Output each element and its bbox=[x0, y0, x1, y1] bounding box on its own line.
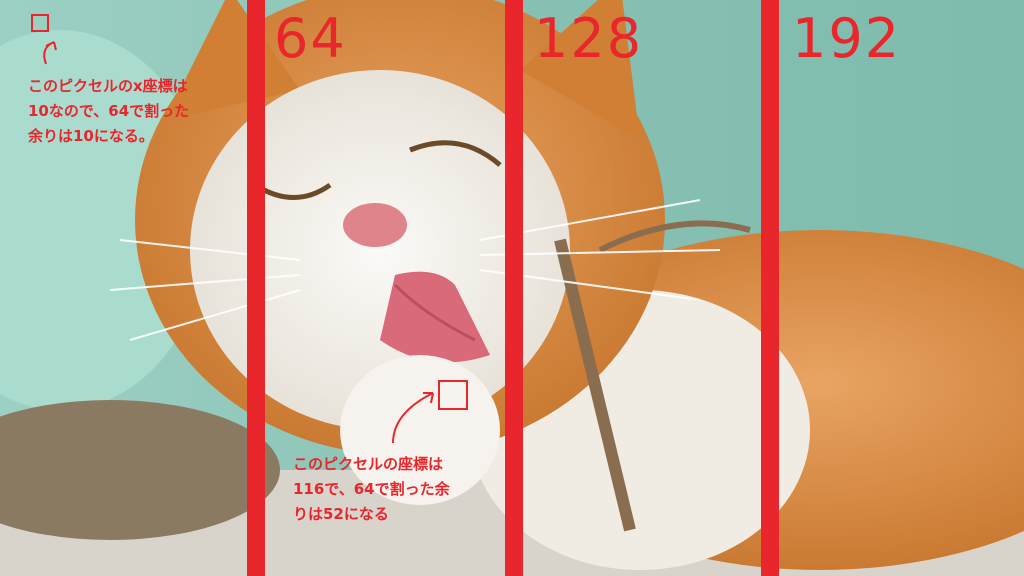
arrow-icon bbox=[43, 41, 57, 65]
column-label-192: 192 bbox=[792, 7, 902, 70]
cat-photo-canvas: 64 128 192 このピクセルのx座標は 10なので、64で割った 余りは1… bbox=[0, 0, 1024, 576]
annotation-note-x10: このピクセルのx座標は 10なので、64で割った 余りは10になる。 bbox=[28, 74, 189, 149]
column-stripe-64 bbox=[247, 0, 265, 576]
note-line: このピクセルのx座標は bbox=[28, 77, 188, 95]
column-label-64: 64 bbox=[274, 7, 347, 70]
column-stripe-128 bbox=[505, 0, 523, 576]
note-line: りは52になる bbox=[293, 505, 389, 523]
annotation-note-x116: このピクセルの座標は 116で、64で割った余 りは52になる bbox=[293, 452, 450, 527]
column-label-128: 128 bbox=[534, 7, 644, 70]
note-line: 116で、64で割った余 bbox=[293, 480, 450, 498]
note-line: このピクセルの座標は bbox=[293, 455, 444, 473]
arrow-icon bbox=[392, 392, 434, 444]
column-stripe-192 bbox=[761, 0, 779, 576]
note-line: 余りは10になる。 bbox=[28, 127, 154, 145]
note-line: 10なので、64で割った bbox=[28, 102, 190, 120]
